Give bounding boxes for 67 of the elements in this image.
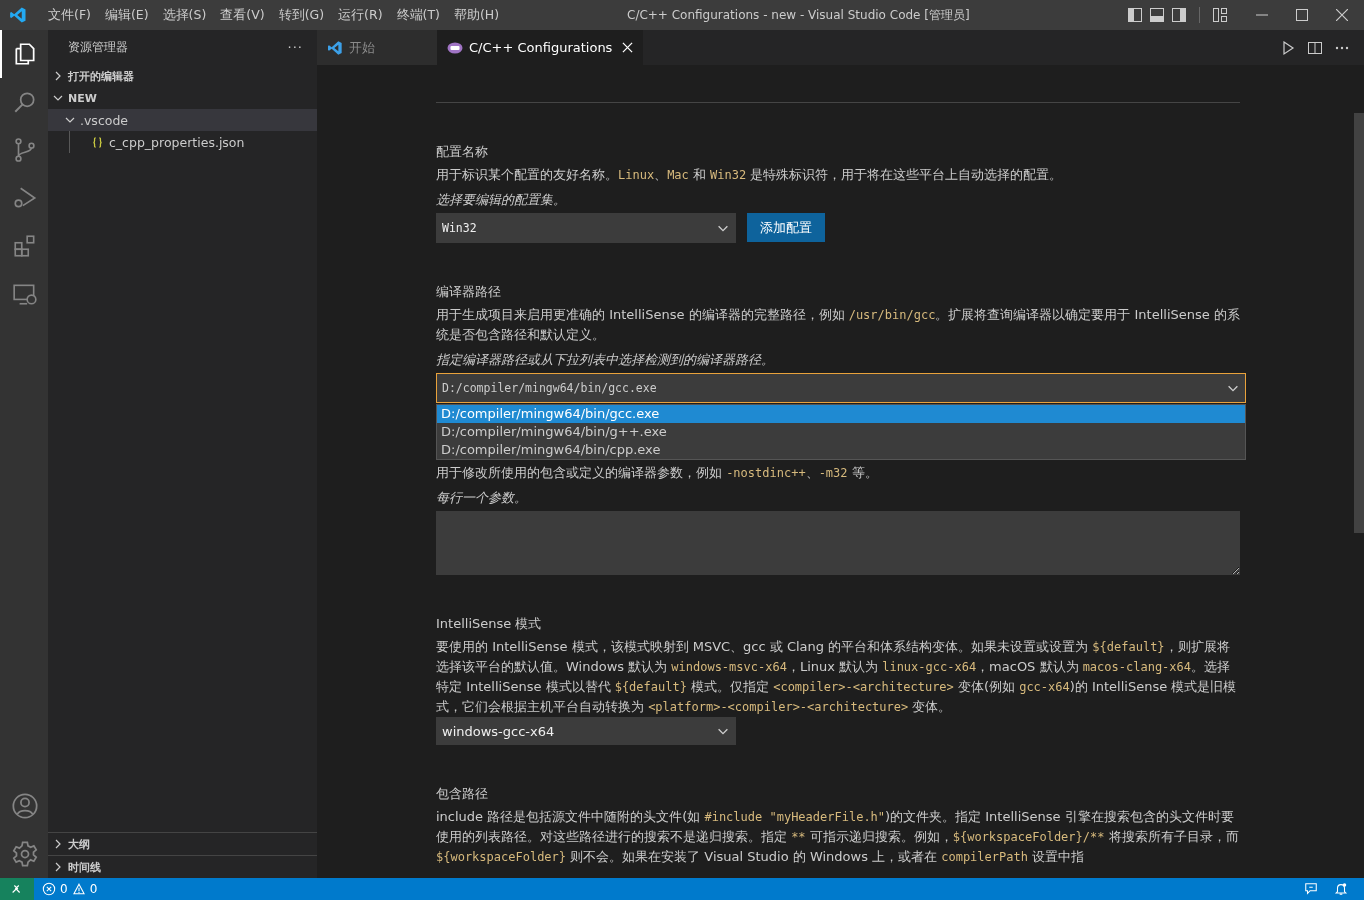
braces-icon: [92, 136, 103, 148]
setting-description: 用于生成项目来启用更准确的 IntelliSense 的编译器的完整路径，例如 /usr/bin/gcc。扩展将查询编译器以确定要用于 IntelliSense 的系统是否包含路径和默认定义。: [436, 306, 1240, 344]
setting-heading: IntelliSense 模式: [436, 615, 543, 633]
menu-item[interactable]: 选择(S): [155, 6, 214, 24]
app-logo-icon: [327, 39, 343, 56]
section-label: 打开的编辑器: [68, 68, 134, 84]
menu-item[interactable]: 编辑(E): [97, 6, 156, 24]
setting-heading: 包含路径: [436, 785, 489, 803]
section-header[interactable]: NEW: [48, 87, 317, 109]
account-icon[interactable]: [11, 792, 39, 820]
section-label: NEW: [68, 91, 97, 105]
dropdown-option[interactable]: D:/compiler/mingw64/bin/cpp.exe: [437, 441, 1245, 459]
menu-item[interactable]: 运行(R): [331, 6, 390, 24]
secondary-sidebar-toggle-icon[interactable]: [1171, 7, 1187, 23]
source-control-icon[interactable]: [12, 137, 38, 163]
files-icon[interactable]: [12, 41, 38, 67]
section-header[interactable]: 大纲: [48, 832, 317, 855]
compiler-args-field[interactable]: [436, 511, 1240, 575]
section-label: 时间线: [68, 859, 101, 875]
setting-description: include 路径是包括源文件中随附的头文件(如 #include "myHeaderFile.h")的文件夹。指定 IntelliSense 引擎在搜索包含的头文件时要使用的列表路径。对这些路径进行的搜索不是递归搜索。指定 ** 可指示递归搜索。例如，${workspaceFolder}/** 将搜索所有子目录，而 ${workspaceFolder} 则不会。如果在安装了 Visual Studio 的 Windows 上，或者在 compilerPath 设置中指: [436, 808, 1240, 866]
warning-icon: [71, 882, 86, 896]
split-editor-icon[interactable]: [1307, 39, 1323, 56]
dropdown-option[interactable]: D:/compiler/mingw64/bin/g++.exe: [437, 423, 1245, 441]
editor-tab[interactable]: 开始: [317, 30, 437, 65]
error-icon: [42, 882, 56, 896]
menu-item[interactable]: 终端(T): [389, 6, 447, 24]
select-dropdown[interactable]: Win32: [436, 213, 736, 243]
menu-item[interactable]: 查看(V): [213, 6, 272, 24]
warning-count: 0: [89, 882, 98, 896]
tree-label: c_cpp_properties.json: [109, 134, 245, 150]
tree-label: .vscode: [80, 112, 129, 128]
menu-item[interactable]: 文件(F): [41, 6, 98, 24]
run-icon[interactable]: [1280, 39, 1296, 56]
setting-description: 用于标识某个配置的友好名称。Linux、Mac 和 Win32 是特殊标识符，用于将在这些平台上自动选择的配置。: [436, 166, 1064, 184]
select-dropdown[interactable]: windows-gcc-x64: [436, 717, 736, 745]
editor-tab[interactable]: C/C++ Configurations: [437, 30, 644, 65]
tree-item[interactable]: .vscode: [48, 109, 317, 131]
setting-description: 用于修改所使用的包含或定义的编译器参数，例如 -nostdinc++、-m32 等。: [436, 464, 879, 482]
sidebar-toggle-icon[interactable]: [1127, 7, 1143, 23]
setting-heading: 编译器路径: [436, 283, 502, 301]
window-title: C/C++ Configurations - new - Visual Studio Code [管理员]: [627, 6, 970, 24]
setting-hint: 每行一个参数。: [436, 489, 528, 507]
section-label: 大纲: [68, 836, 90, 852]
menu-item[interactable]: 转到(G): [271, 6, 332, 24]
feedback-icon[interactable]: [1304, 882, 1318, 896]
settings-icon[interactable]: [11, 840, 39, 868]
maximize-icon[interactable]: [1296, 9, 1308, 21]
add-configuration-button[interactable]: 添加配置: [747, 213, 825, 242]
dropdown-option[interactable]: D:/compiler/mingw64/bin/gcc.exe: [437, 405, 1245, 423]
setting-heading: 配置名称: [436, 143, 489, 161]
notifications-icon[interactable]: [1334, 882, 1348, 896]
sidebar-title: 资源管理器: [68, 40, 128, 55]
remote-button[interactable]: [0, 878, 34, 900]
more-actions-button[interactable]: ···: [287, 40, 303, 55]
setting-hint: 指定编译器路径或从下拉列表中选择检测到的编译器路径。: [436, 351, 775, 369]
error-count: 0: [60, 882, 68, 896]
select-dropdown[interactable]: D:/compiler/mingw64/bin/gcc.exe: [436, 373, 1246, 403]
setting-hint: 选择要编辑的配置集。: [436, 191, 567, 209]
menu-item[interactable]: 帮助(H): [446, 6, 507, 24]
layout-icon[interactable]: [1212, 7, 1228, 23]
setting-description: 要使用的 IntelliSense 模式，该模式映射到 MSVC、gcc 或 Clang 的平台和体系结构变体。如果未设置或设置为 ${default}，则扩展将选择该平台的默认值。Windows 默认为 windows-msvc-x64，Linux 默认为 linux-gcc-x64，macOS 默认为 macos-clang-x64。选择特定 IntelliSense 模式以替代 ${default} 模式。仅指定 <compiler>-<architecture> 变体(例如 gcc-x64)的 IntelliSense 模式是旧模式，它们会根据主机平台自动转换为 <platform>-<compiler>-<architecture> 变体。: [436, 638, 1238, 716]
app-logo-icon: [9, 6, 27, 24]
scrollbar-thumb[interactable]: [1354, 113, 1364, 533]
section-header[interactable]: 打开的编辑器: [48, 65, 317, 87]
panel-toggle-icon[interactable]: [1149, 7, 1165, 23]
close-icon[interactable]: [1336, 9, 1348, 21]
tree-item[interactable]: c_cpp_properties.json: [70, 131, 317, 153]
